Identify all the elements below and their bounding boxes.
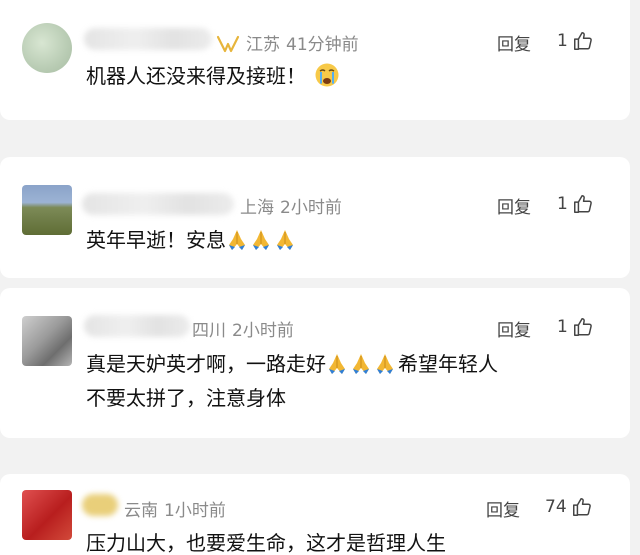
avatar[interactable]	[22, 490, 72, 540]
location-label: 上海	[240, 198, 274, 218]
comment-text: 真是天妒英才啊，一路走好 希望年轻人 不要太拼了，注意身体	[86, 347, 498, 415]
like-count: 1	[557, 31, 568, 51]
reply-button[interactable]: 回复	[486, 496, 520, 521]
pray-emoji	[329, 354, 345, 374]
like-button[interactable]: 1	[557, 30, 594, 52]
pray-emoji	[277, 230, 293, 250]
comment-card: 四川 2小时前 回复 1 真是天妒英才啊，一路走好 希望年轻人 不要太拼了，注意身体	[0, 288, 630, 438]
comment-meta: 云南 1小时前	[124, 496, 232, 521]
comment-text: 机器人还没来得及接班！	[86, 59, 340, 93]
pray-emoji	[377, 354, 393, 374]
avatar[interactable]	[22, 185, 72, 235]
pray-emoji	[229, 230, 245, 250]
avatar[interactable]	[22, 23, 72, 73]
cry-face-emoji	[315, 63, 339, 87]
avatar[interactable]	[22, 316, 72, 366]
like-button[interactable]: 1	[557, 316, 594, 338]
comment-body: 英年早逝！安息	[86, 228, 226, 252]
comment-body: 机器人还没来得及接班！	[86, 64, 306, 88]
timestamp: 2小时前	[280, 198, 342, 218]
location-label: 江苏	[246, 35, 280, 55]
comment-card: 云南 1小时前 回复 74 压力山大，也要爱生命，这才是哲理人生	[0, 474, 630, 555]
comment-card: 上海 2小时前 回复 1 英年早逝！安息	[0, 157, 630, 278]
comment-body: 压力山大，也要爱生命，这才是哲理人生	[86, 531, 446, 555]
comment-meta: 江苏 41分钟前	[216, 30, 365, 55]
thumbs-up-icon	[573, 32, 592, 50]
like-button[interactable]: 74	[545, 496, 593, 518]
comment-meta: 四川 2小时前	[192, 316, 300, 341]
thumbs-up-icon	[573, 195, 592, 213]
pray-emoji	[253, 230, 269, 250]
username-blurred[interactable]	[84, 315, 190, 337]
reply-button[interactable]: 回复	[497, 193, 531, 218]
comment-text: 压力山大，也要爱生命，这才是哲理人生	[86, 526, 446, 555]
vip-wings-icon	[216, 35, 240, 53]
comment-body-line1-end: 希望年轻人	[398, 352, 498, 376]
username-blurred[interactable]	[82, 193, 234, 215]
timestamp: 41分钟前	[286, 35, 359, 55]
username-blurred[interactable]	[84, 28, 212, 50]
username-blurred[interactable]	[82, 494, 118, 516]
comment-card: 江苏 41分钟前 回复 1 机器人还没来得及接班！	[0, 0, 630, 120]
like-button[interactable]: 1	[557, 193, 594, 215]
like-count: 1	[557, 317, 568, 337]
comment-body-line2: 不要太拼了，注意身体	[86, 386, 286, 410]
reply-button[interactable]: 回复	[497, 316, 531, 341]
location-label: 四川	[192, 321, 226, 341]
comment-body-line1: 真是天妒英才啊，一路走好	[86, 352, 326, 376]
like-count: 74	[545, 497, 567, 517]
timestamp: 1小时前	[164, 501, 226, 521]
pray-emoji	[353, 354, 369, 374]
reply-button[interactable]: 回复	[497, 30, 531, 55]
timestamp: 2小时前	[232, 321, 294, 341]
comment-text: 英年早逝！安息	[86, 223, 298, 257]
comment-meta: 上海 2小时前	[240, 193, 348, 218]
comment-feed: 江苏 41分钟前 回复 1 机器人还没来得及接班！ 上海 2小时前 回复 1 英…	[0, 0, 640, 555]
like-count: 1	[557, 194, 568, 214]
thumbs-up-icon	[572, 498, 591, 516]
location-label: 云南	[124, 501, 158, 521]
thumbs-up-icon	[573, 318, 592, 336]
